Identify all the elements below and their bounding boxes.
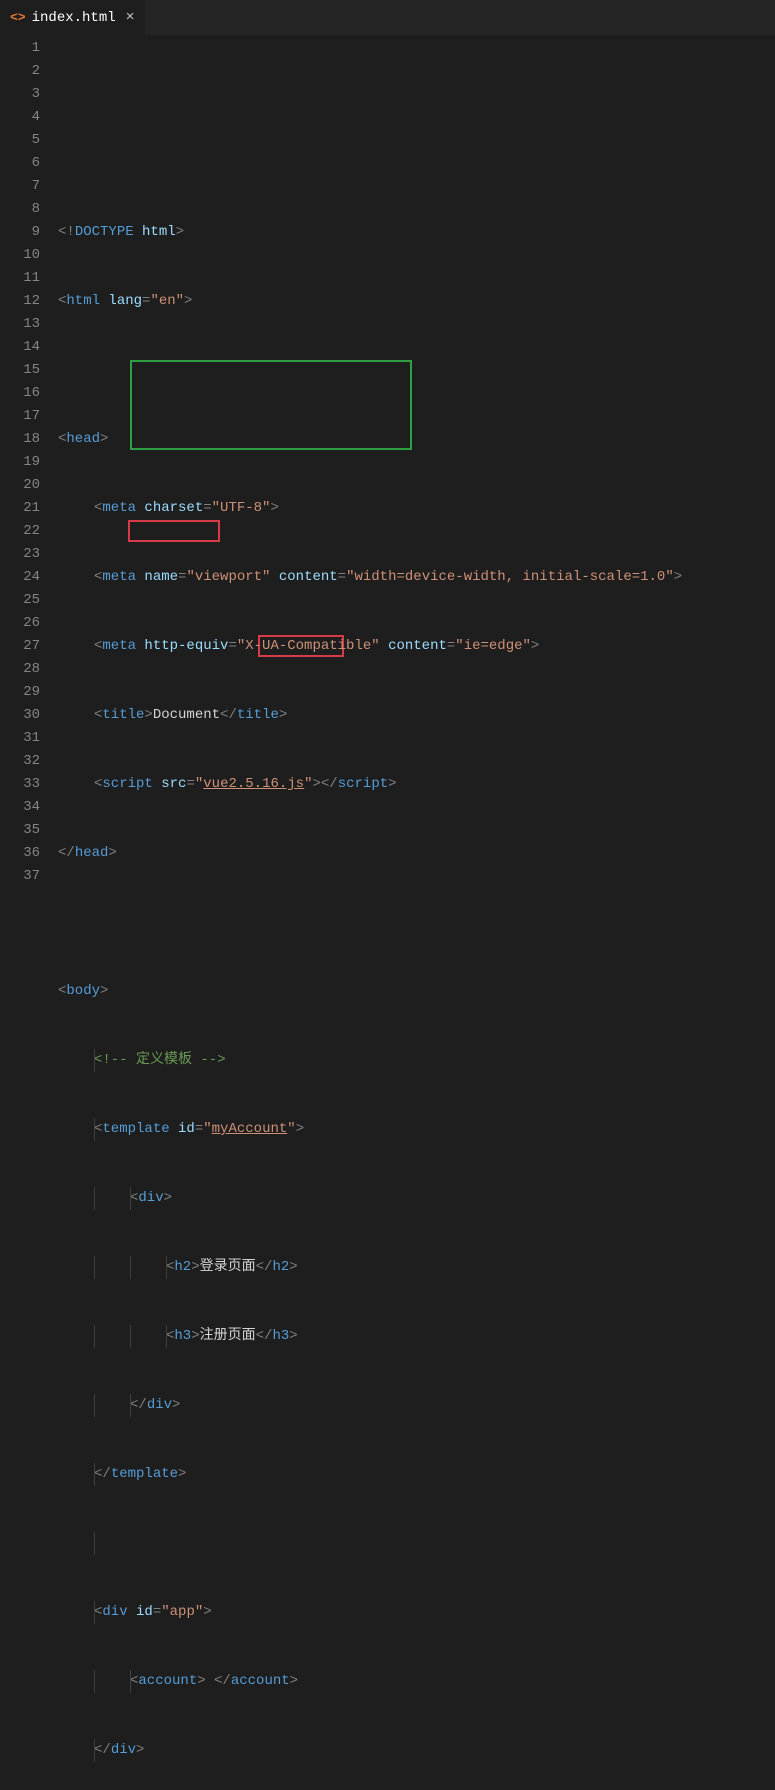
code-line: </head> bbox=[58, 842, 775, 865]
tab-index-html[interactable]: <> index.html × bbox=[0, 0, 146, 35]
line-number: 23 bbox=[0, 543, 40, 566]
code-line: <script src="vue2.5.16.js"></script> bbox=[58, 773, 775, 796]
code-line: <html lang="en"> bbox=[58, 290, 775, 313]
line-number: 36 bbox=[0, 842, 40, 865]
line-number: 18 bbox=[0, 428, 40, 451]
line-number: 3 bbox=[0, 83, 40, 106]
line-number: 25 bbox=[0, 589, 40, 612]
close-icon[interactable]: × bbox=[126, 9, 135, 26]
tab-bar: <> index.html × bbox=[0, 0, 775, 35]
code-line: </div> bbox=[58, 1394, 775, 1417]
html-file-icon: <> bbox=[10, 10, 26, 25]
code-line: <head> bbox=[58, 428, 775, 451]
code-line bbox=[58, 911, 775, 934]
line-number: 17 bbox=[0, 405, 40, 428]
line-number: 32 bbox=[0, 750, 40, 773]
line-number: 11 bbox=[0, 267, 40, 290]
line-number-gutter: 1 2 3 4 5 6 7 8 9 10 11 12 13 14 15 16 1… bbox=[0, 35, 58, 895]
code-line: <!DOCTYPE html> bbox=[58, 221, 775, 244]
line-number: 21 bbox=[0, 497, 40, 520]
line-number: 5 bbox=[0, 129, 40, 152]
code-line: <account> </account> bbox=[58, 1670, 775, 1693]
line-number: 30 bbox=[0, 704, 40, 727]
code-line: <template id="myAccount"> bbox=[58, 1118, 775, 1141]
code-line: <meta http-equiv="X-UA-Compatible" conte… bbox=[58, 635, 775, 658]
line-number: 6 bbox=[0, 152, 40, 175]
line-number: 4 bbox=[0, 106, 40, 129]
line-number: 12 bbox=[0, 290, 40, 313]
line-number: 35 bbox=[0, 819, 40, 842]
line-number: 33 bbox=[0, 773, 40, 796]
line-number: 26 bbox=[0, 612, 40, 635]
code-line: <h2>登录页面</h2> bbox=[58, 1256, 775, 1279]
line-number: 15 bbox=[0, 359, 40, 382]
line-number: 28 bbox=[0, 658, 40, 681]
line-number: 19 bbox=[0, 451, 40, 474]
line-number: 13 bbox=[0, 313, 40, 336]
code-line: </template> bbox=[58, 1463, 775, 1486]
line-number: 9 bbox=[0, 221, 40, 244]
code-line: <h3>注册页面</h3> bbox=[58, 1325, 775, 1348]
line-number: 14 bbox=[0, 336, 40, 359]
line-number: 8 bbox=[0, 198, 40, 221]
line-number: 34 bbox=[0, 796, 40, 819]
line-number: 31 bbox=[0, 727, 40, 750]
line-number: 7 bbox=[0, 175, 40, 198]
code-line: </div> bbox=[58, 1739, 775, 1762]
line-number: 2 bbox=[0, 60, 40, 83]
code-line: <meta name="viewport" content="width=dev… bbox=[58, 566, 775, 589]
code-line: <div id="app"> bbox=[58, 1601, 775, 1624]
line-number: 16 bbox=[0, 382, 40, 405]
code-line: <div> bbox=[58, 1187, 775, 1210]
code-line: <!-- 定义模板 --> bbox=[58, 1049, 775, 1072]
code-line bbox=[58, 359, 775, 382]
code-editor[interactable]: 1 2 3 4 5 6 7 8 9 10 11 12 13 14 15 16 1… bbox=[0, 35, 775, 895]
code-line: <body> bbox=[58, 980, 775, 1003]
line-number: 37 bbox=[0, 865, 40, 888]
tab-filename: index.html bbox=[32, 10, 116, 26]
line-number: 27 bbox=[0, 635, 40, 658]
line-number: 29 bbox=[0, 681, 40, 704]
code-area[interactable]: <!DOCTYPE html> <html lang="en"> <head> … bbox=[58, 35, 775, 895]
line-number: 1 bbox=[0, 37, 40, 60]
line-number: 22 bbox=[0, 520, 40, 543]
line-number: 10 bbox=[0, 244, 40, 267]
code-line: <title>Document</title> bbox=[58, 704, 775, 727]
line-number: 24 bbox=[0, 566, 40, 589]
line-number: 20 bbox=[0, 474, 40, 497]
code-line: <meta charset="UTF-8"> bbox=[58, 497, 775, 520]
annotation-red-box-1 bbox=[128, 520, 220, 542]
code-line bbox=[58, 1532, 775, 1555]
